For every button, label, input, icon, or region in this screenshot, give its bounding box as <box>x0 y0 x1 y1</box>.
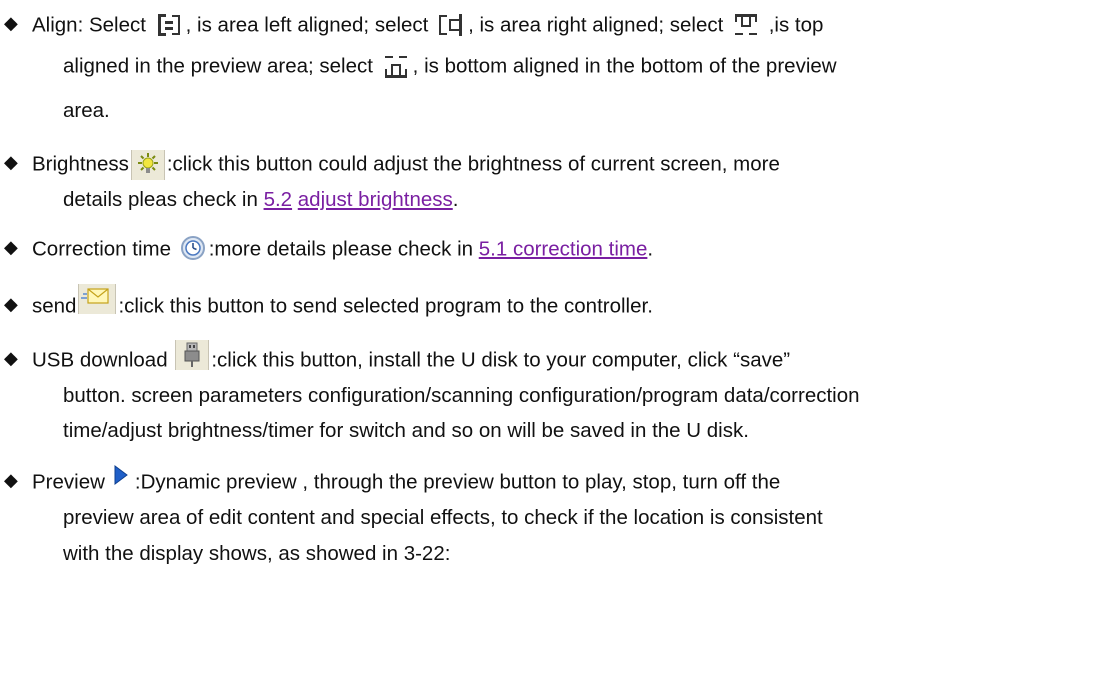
bullet-send: ◆ <box>4 294 18 314</box>
link-section-5-2[interactable]: 5.2 <box>264 188 293 211</box>
play-icon <box>107 462 133 492</box>
link-adjust-brightness[interactable]: adjust brightness <box>298 188 453 211</box>
usb-line-3: time/adjust brightness/timer for switch … <box>63 419 749 442</box>
usb-line-1: USB download :click this button, install… <box>32 340 790 376</box>
brightness-line-2: details pleas check in 5.2 adjust bright… <box>63 188 459 211</box>
brightness-line-1: Brightness :click this button could adju… <box>32 150 780 180</box>
preview-line-2: preview area of edit content and special… <box>63 506 823 529</box>
align-left-icon <box>153 11 184 41</box>
bullet-correction: ◆ <box>4 237 18 257</box>
document-page: ◆ Align: Select , is area left aligned; … <box>0 0 1107 700</box>
correction-line-1: Correction time :more details please che… <box>32 235 653 265</box>
bullet-brightness: ◆ <box>4 152 18 172</box>
send-line-1: send :click this button to send selected… <box>32 284 653 322</box>
align-line-3: area. <box>63 99 110 122</box>
align-right-icon <box>436 11 467 41</box>
preview-line-1: Preview :Dynamic preview , through the p… <box>32 465 780 498</box>
align-top-icon <box>731 11 762 41</box>
align-bottom-icon <box>380 52 411 82</box>
brightness-icon <box>130 150 165 180</box>
clock-icon <box>179 235 207 265</box>
bullet-usb: ◆ <box>4 348 18 368</box>
send-mail-icon <box>78 284 117 314</box>
usb-line-2: button. screen parameters configuration/… <box>63 384 860 407</box>
preview-line-3: with the display shows, as showed in 3-2… <box>63 542 451 565</box>
link-correction-time[interactable]: 5.1 correction time <box>479 237 648 260</box>
bullet-preview: ◆ <box>4 470 18 490</box>
align-line-1: Align: Select , is area left aligned; se… <box>32 11 823 41</box>
usb-icon <box>175 340 210 370</box>
bullet-align: ◆ <box>4 13 18 33</box>
align-line-2: aligned in the preview area; select , is… <box>63 52 837 82</box>
